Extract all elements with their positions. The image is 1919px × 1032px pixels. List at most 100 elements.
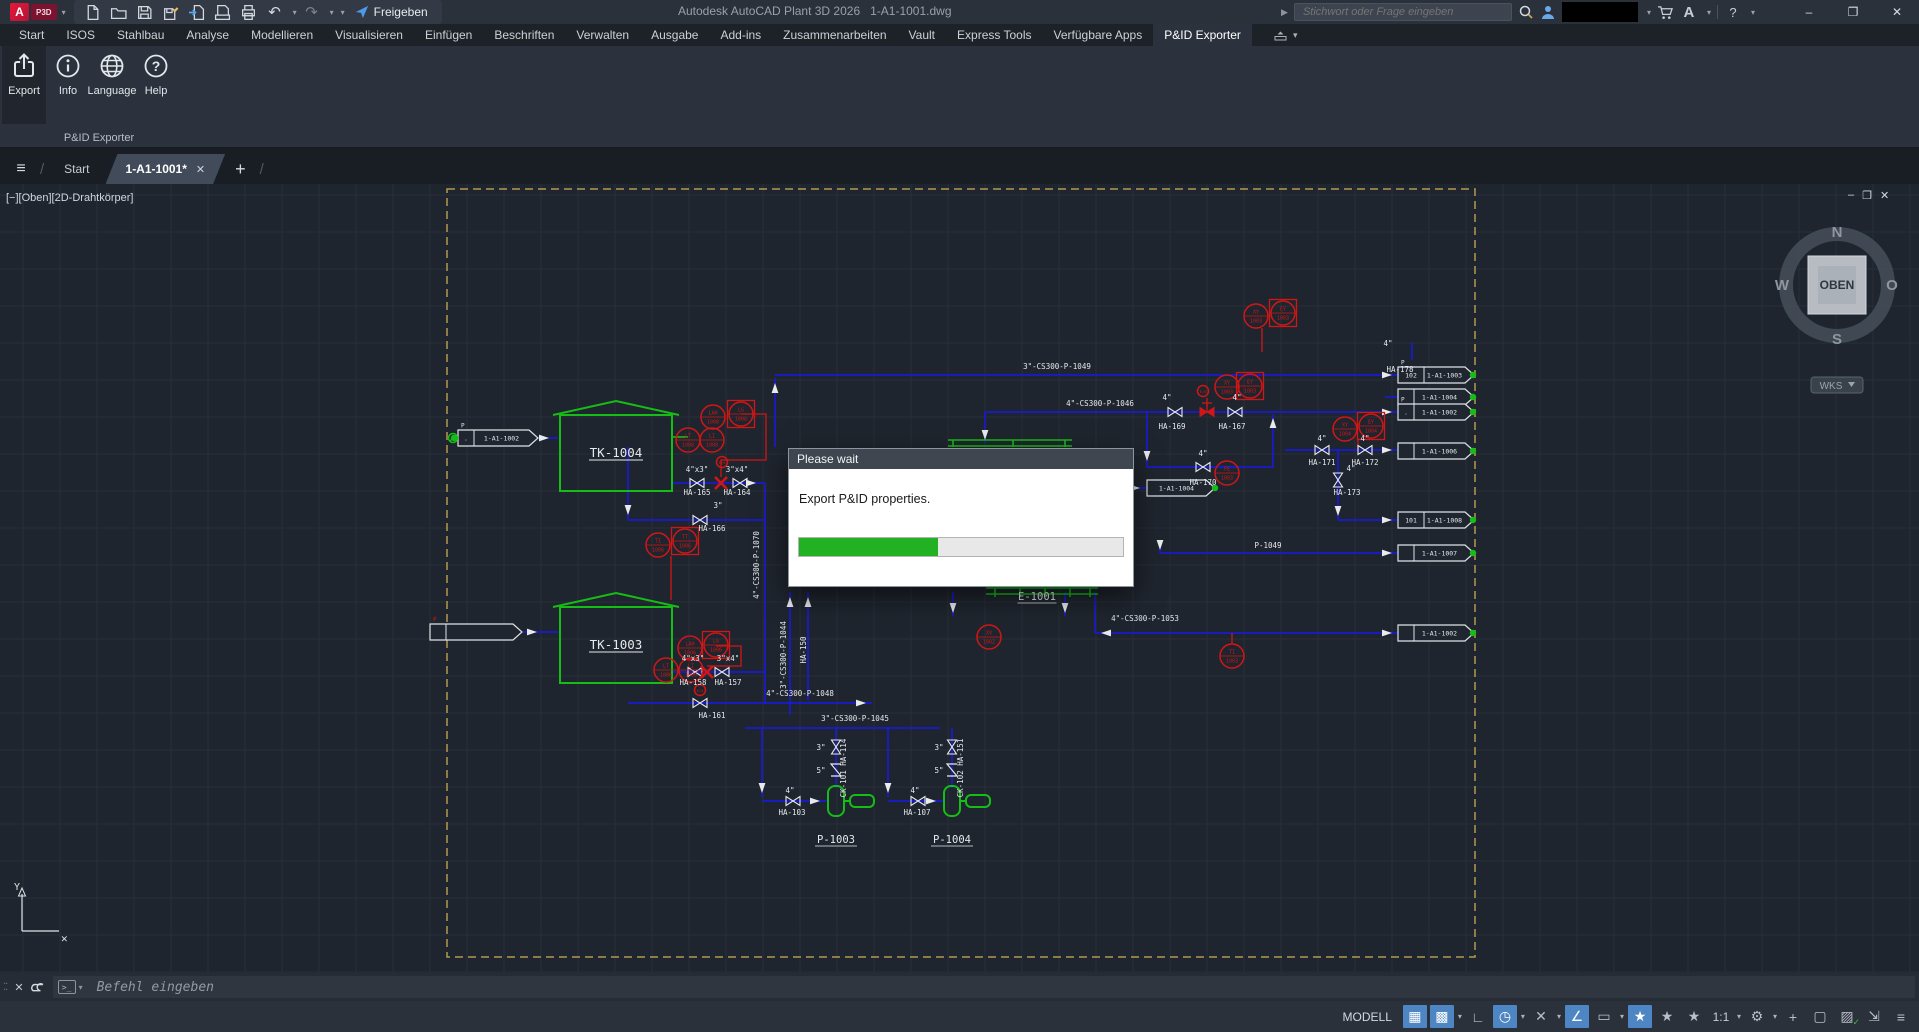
undo-dropdown-icon[interactable]: ▾: [293, 8, 297, 17]
redo-button[interactable]: ↷: [301, 2, 323, 22]
instrument-bubble[interactable]: LG1008: [728, 401, 755, 428]
cad-label[interactable]: 5": [816, 766, 825, 775]
graphics-performance-icon[interactable]: ▨✓: [1835, 1005, 1859, 1028]
cad-label[interactable]: 4"-CS300-P-1046: [1066, 399, 1134, 408]
ribbon-tab-visualisieren[interactable]: Visualisieren: [324, 24, 414, 46]
app-store-cart-icon[interactable]: [1657, 5, 1674, 20]
file-tab-1-a1-1001-[interactable]: 1-A1-1001*✕: [106, 154, 226, 184]
ortho-icon[interactable]: ∟: [1466, 1005, 1490, 1028]
redo-dropdown-icon[interactable]: ▾: [330, 8, 334, 17]
offpage-connector[interactable]: 1-A1-1007: [1398, 545, 1474, 561]
viewport-controls-label[interactable]: [−][Oben][2D-Drahtkörper]: [6, 192, 133, 204]
cad-label[interactable]: E-1001: [1018, 591, 1056, 603]
offpage-connector[interactable]: P: [430, 617, 522, 641]
cad-label[interactable]: 4"x3": [682, 654, 705, 663]
cad-label[interactable]: 4": [1162, 393, 1171, 402]
save-icon[interactable]: [134, 2, 156, 22]
model-space-button[interactable]: MODELL: [1343, 1010, 1392, 1024]
cad-label[interactable]: HA-172: [1351, 458, 1378, 467]
cad-label[interactable]: 5": [934, 766, 943, 775]
offpage-connector[interactable]: 1-A1-1006: [1398, 443, 1474, 459]
file-tab-start[interactable]: Start: [48, 154, 105, 184]
help-icon[interactable]: ?: [1724, 5, 1742, 20]
cad-label[interactable]: 4": [785, 786, 794, 795]
annotation-autoscale-icon[interactable]: ★: [1655, 1005, 1679, 1028]
cad-label[interactable]: 3"-CS300-P-1044: [779, 621, 788, 689]
snap-icon[interactable]: ▩: [1430, 1005, 1454, 1028]
polar-tracking-icon-dropdown[interactable]: ▾: [1520, 1012, 1526, 1021]
snap-icon-dropdown[interactable]: ▾: [1457, 1012, 1463, 1021]
annotation-scale-icon[interactable]: ★: [1682, 1005, 1706, 1028]
cad-label[interactable]: HA-166: [698, 524, 726, 533]
cad-label[interactable]: CK-102 HA-151: [956, 739, 965, 798]
language-button[interactable]: Language: [90, 46, 134, 97]
cad-label[interactable]: HA-178: [1386, 365, 1414, 374]
ribbon-tab-analyse[interactable]: Analyse: [175, 24, 240, 46]
clean-screen-icon[interactable]: ⇲: [1862, 1005, 1886, 1028]
cad-label[interactable]: HA-171: [1308, 458, 1335, 467]
object-snap-icon[interactable]: ∠: [1565, 1005, 1589, 1028]
offpage-connector[interactable]: .1-A1-1002P: [449, 423, 539, 447]
ribbon-tab-verwalten[interactable]: Verwalten: [565, 24, 640, 46]
ribbon-tab-start[interactable]: Start: [8, 24, 55, 46]
offpage-connector[interactable]: 1011-A1-1008: [1398, 512, 1474, 528]
polar-tracking-icon[interactable]: ◷: [1493, 1005, 1517, 1028]
search-input[interactable]: [1294, 3, 1512, 21]
cad-label[interactable]: 3"x4": [717, 654, 740, 663]
drawing-canvas[interactable]: [−][Oben][2D-Drahtkörper] –❐✕ TK-1004TK-…: [0, 184, 1919, 973]
cad-label[interactable]: HA-107: [903, 808, 930, 817]
instrument-bubble[interactable]: XY1004: [1333, 417, 1357, 441]
cad-label[interactable]: 3"-CS300-P-1049: [1023, 362, 1091, 371]
cad-label[interactable]: HA-165: [683, 488, 710, 497]
instrument-bubble[interactable]: XV1002: [977, 625, 1001, 649]
file-tab-menu-icon[interactable]: ≡: [6, 160, 36, 184]
close-tab-icon[interactable]: ✕: [196, 163, 205, 176]
dynamic-ucs-icon[interactable]: ▭: [1592, 1005, 1616, 1028]
ribbon-collapse-button[interactable]: ▾: [1274, 24, 1298, 46]
close-button[interactable]: ✕: [1875, 0, 1919, 24]
cad-label[interactable]: HA-103: [778, 808, 805, 817]
save-as-icon[interactable]: [160, 2, 182, 22]
cad-label[interactable]: 4": [1383, 339, 1392, 348]
instrument-bubble[interactable]: LT1006: [654, 658, 678, 682]
osnap-tracking-icon-dropdown[interactable]: ▾: [1556, 1012, 1562, 1021]
autodesk-dropdown-icon[interactable]: ▾: [1707, 8, 1711, 17]
offpage-connector[interactable]: 1-A1-1002: [1398, 625, 1474, 641]
cad-label[interactable]: HA-158: [679, 678, 707, 687]
cad-label[interactable]: 4": [910, 786, 919, 795]
user-account-icon[interactable]: [1540, 4, 1556, 20]
crosshair-icon[interactable]: +: [1781, 1005, 1805, 1028]
annotation-visibility-icon[interactable]: ★: [1628, 1005, 1652, 1028]
cad-label[interactable]: 4": [1346, 464, 1355, 473]
ribbon-tab-zusammenarbeiten[interactable]: Zusammenarbeiten: [772, 24, 897, 46]
cad-label[interactable]: 3"x4": [726, 465, 749, 474]
compass-east[interactable]: O: [1886, 277, 1898, 294]
help-button[interactable]: ?Help: [134, 46, 178, 97]
autodesk-logo-icon[interactable]: A: [1680, 4, 1698, 21]
instrument-bubble[interactable]: FE1003: [1215, 461, 1239, 485]
annotation-scale-value-dropdown[interactable]: ▾: [1736, 1012, 1742, 1021]
cad-label[interactable]: HA-157: [714, 678, 741, 687]
viewcube[interactable]: NSWOOBENWKS: [1762, 186, 1912, 405]
ribbon-tab-isos[interactable]: ISOS: [55, 24, 106, 46]
cad-label[interactable]: 4"-CS300-P-1070: [752, 531, 761, 599]
cad-label[interactable]: 3"-CS300-P-1045: [821, 714, 889, 723]
cad-label[interactable]: 4": [1360, 434, 1369, 443]
instrument-bubble[interactable]: EY1003: [1270, 300, 1297, 327]
cad-label[interactable]: 4": [1232, 393, 1241, 402]
cad-label[interactable]: 4"-CS300-P-1053: [1111, 614, 1179, 623]
command-close-icon[interactable]: ✕: [14, 981, 23, 994]
command-input[interactable]: >_ ▾ Befehl eingeben: [53, 976, 1915, 998]
search-icon[interactable]: [1518, 4, 1534, 20]
osnap-tracking-icon[interactable]: ✕: [1529, 1005, 1553, 1028]
instrument-bubble[interactable]: TI1003: [1220, 644, 1244, 668]
command-prompt-icon[interactable]: >_: [58, 980, 76, 994]
command-history-icon[interactable]: ▾: [79, 983, 83, 992]
cad-label[interactable]: P-1049: [1254, 541, 1281, 550]
workspace-icon-dropdown[interactable]: ▾: [1772, 1012, 1778, 1021]
instrument-bubble[interactable]: LAH1008: [701, 405, 725, 429]
tank-tk-1004[interactable]: TK-1004: [553, 401, 679, 491]
ribbon-tab-stahlbau[interactable]: Stahlbau: [106, 24, 175, 46]
cad-label[interactable]: HA-164: [723, 488, 751, 497]
cad-label[interactable]: CK-101 HA-114: [839, 738, 848, 797]
